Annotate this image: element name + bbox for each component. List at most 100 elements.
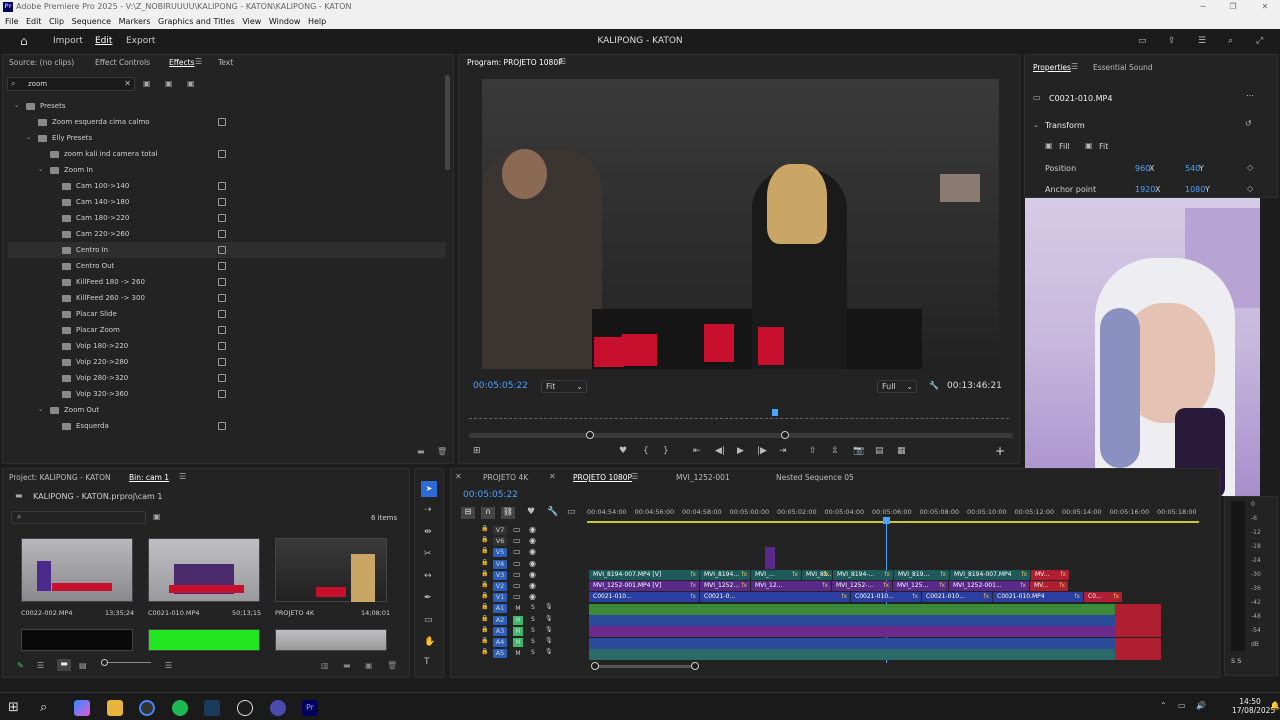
track-header[interactable]: 🔒 V4 ▭ ◉ <box>465 559 585 570</box>
timeline-clip[interactable]: MVI_8194-007.MP4 [V] fx <box>589 570 699 580</box>
spotify-icon[interactable] <box>172 700 188 716</box>
extract-icon[interactable]: ⇫ <box>831 446 839 456</box>
tab-projeto1080p[interactable]: PROJETO 1080P <box>573 473 632 482</box>
effects-item[interactable]: zoom kali ind camera total <box>8 146 446 162</box>
microphone-icon[interactable]: 🎙 <box>545 615 553 622</box>
effects-item[interactable]: Esquerda <box>8 418 446 434</box>
effects-search-box[interactable]: ⌕ zoom ✕ <box>7 77 135 91</box>
track-label[interactable]: A5 <box>493 649 507 659</box>
scroll-handle-right[interactable] <box>691 662 699 670</box>
fill-icon[interactable]: ▣ <box>1045 141 1053 150</box>
track-label[interactable]: V6 <box>493 537 507 547</box>
timeline-ruler[interactable]: 00:04:54:00 00:04:56:00 00:04:58:00 00:05:0… <box>587 508 1207 518</box>
project-search-input[interactable]: ⌕ <box>11 511 146 524</box>
menu-clip[interactable]: Clip <box>49 17 64 26</box>
export-frame-icon[interactable]: 📷 <box>853 446 864 456</box>
effects-item[interactable]: Voip 180->220 <box>8 338 446 354</box>
lift-icon[interactable]: ⇧ <box>809 446 817 456</box>
copilot-icon[interactable] <box>74 700 90 716</box>
program-timecode[interactable]: 00:05:05:22 <box>473 381 528 391</box>
type-tool-icon[interactable]: T <box>424 657 430 667</box>
sync-lock-icon[interactable]: ▭ <box>513 559 521 568</box>
work-area-bar[interactable] <box>587 521 1199 523</box>
fullscreen-icon[interactable]: ⤢ <box>1256 29 1263 54</box>
track-label[interactable]: V1 <box>493 593 507 603</box>
mute-button[interactable]: M <box>513 615 523 625</box>
comparison-view-icon[interactable]: ▤ <box>875 446 884 456</box>
track-header[interactable]: 🔒 V1 ▭ ◉ <box>465 592 585 603</box>
tab-properties[interactable]: Properties <box>1033 63 1071 72</box>
app-icon[interactable] <box>270 700 286 716</box>
eye-icon[interactable]: ◉ <box>529 559 536 568</box>
play-icon[interactable]: ▶ <box>737 446 744 456</box>
eye-icon[interactable]: ◉ <box>529 525 536 534</box>
solo-button[interactable]: S <box>531 638 535 645</box>
lock-icon[interactable]: 🔒 <box>481 592 488 599</box>
effects-item[interactable]: ⌄ Zoom In <box>8 162 446 178</box>
lock-icon[interactable]: 🔒 <box>481 603 488 610</box>
timeline-clip[interactable]: C0... fx <box>1084 592 1122 602</box>
anchor-y-value[interactable]: 1080 <box>1185 185 1205 194</box>
track-label[interactable]: A3 <box>493 626 507 636</box>
timeline-clip[interactable]: MVI_819... fx <box>894 570 949 580</box>
position-x-value[interactable]: 960 <box>1135 164 1150 173</box>
track-label[interactable]: V2 <box>493 582 507 591</box>
32bit-effects-icon[interactable]: ▣ <box>165 79 173 88</box>
timeline-clip[interactable]: MVI_1252... fx <box>700 581 750 591</box>
track-header[interactable]: 🔒 A4 M S 🎙 <box>465 637 585 648</box>
timeline-clip[interactable]: C0021-010... fx <box>851 592 921 602</box>
fit-icon[interactable]: ▣ <box>1085 141 1093 150</box>
chrome-icon[interactable] <box>139 700 155 716</box>
track-label[interactable]: A4 <box>493 638 507 647</box>
workspaces-icon[interactable]: ☰ <box>1198 29 1206 54</box>
network-icon[interactable]: ▭ <box>1178 701 1186 710</box>
mark-in-icon[interactable]: { <box>643 446 649 456</box>
timeline-clip[interactable]: MVI_1252-... fx <box>832 581 892 591</box>
mute-button[interactable]: M <box>513 638 523 647</box>
audio-clip[interactable] <box>589 626 1161 638</box>
wrench-icon[interactable]: 🔧 <box>929 381 939 390</box>
track-header[interactable]: 🔒 V2 ▭ ◉ <box>465 581 585 592</box>
minimize-icon[interactable]: ─ <box>1188 0 1218 14</box>
fit-button[interactable]: Fit <box>1099 142 1108 151</box>
properties-menu-icon[interactable]: ☰ <box>1071 62 1078 71</box>
zoom-slider[interactable] <box>101 662 151 663</box>
sync-lock-icon[interactable]: ▭ <box>513 592 521 601</box>
yuv-effects-icon[interactable]: ▣ <box>187 79 195 88</box>
microphone-icon[interactable]: 🎙 <box>545 603 553 610</box>
timeline-clip[interactable]: MVI_8194... fx <box>700 570 750 580</box>
effects-item[interactable]: Centro In <box>8 242 446 258</box>
notification-icon[interactable]: 🔔 <box>1270 701 1280 710</box>
mark-out-icon[interactable]: } <box>663 446 669 456</box>
add-marker-icon[interactable]: ♥ <box>527 507 535 517</box>
tab-effects[interactable]: Effects <box>169 58 195 67</box>
timeline-clip[interactable]: MVI_... fx <box>751 570 801 580</box>
fit-dropdown[interactable]: Fit ⌄ <box>541 380 587 393</box>
maximize-icon[interactable]: ❐ <box>1218 0 1248 14</box>
step-back-icon[interactable]: ◀| <box>715 446 725 456</box>
reset-icon[interactable]: ↺ <box>1245 119 1252 128</box>
tab-mvi1252[interactable]: MVI_1252-001 <box>676 473 730 482</box>
search-icon[interactable]: ⌕ <box>1228 29 1233 54</box>
close-icon[interactable]: ✕ <box>549 472 556 481</box>
quality-dropdown[interactable]: Full ⌄ <box>877 380 917 393</box>
mini-timeline-ruler[interactable] <box>469 411 1009 419</box>
position-y-value[interactable]: 540 <box>1185 164 1200 173</box>
timeline-clip[interactable]: MVI_81... fx <box>802 570 832 580</box>
effects-item[interactable]: ⌄ Elly Presets <box>8 130 446 146</box>
step-forward-icon[interactable]: |▶ <box>757 446 767 456</box>
ripple-edit-icon[interactable]: ⇹ <box>424 527 432 537</box>
sync-lock-icon[interactable]: ▭ <box>513 547 521 556</box>
audio-clip[interactable] <box>589 604 1161 615</box>
chevron-down-icon[interactable]: ⌄ <box>38 402 43 418</box>
eye-icon[interactable]: ◉ <box>529 547 536 556</box>
tray-chevron-icon[interactable]: ⌃ <box>1160 701 1167 710</box>
delete-icon[interactable]: 🗑 <box>387 661 397 670</box>
pen-tool-icon[interactable]: ✒ <box>424 593 432 603</box>
effects-item[interactable]: ⌄ Presets <box>8 98 446 114</box>
timeline-clip[interactable]: C0021-010... fx <box>589 592 699 602</box>
thumbnail-black[interactable] <box>21 629 133 651</box>
menu-help[interactable]: Help <box>308 17 326 26</box>
effects-search-input[interactable]: zoom <box>28 80 47 88</box>
transform-section[interactable]: Transform <box>1045 121 1085 130</box>
